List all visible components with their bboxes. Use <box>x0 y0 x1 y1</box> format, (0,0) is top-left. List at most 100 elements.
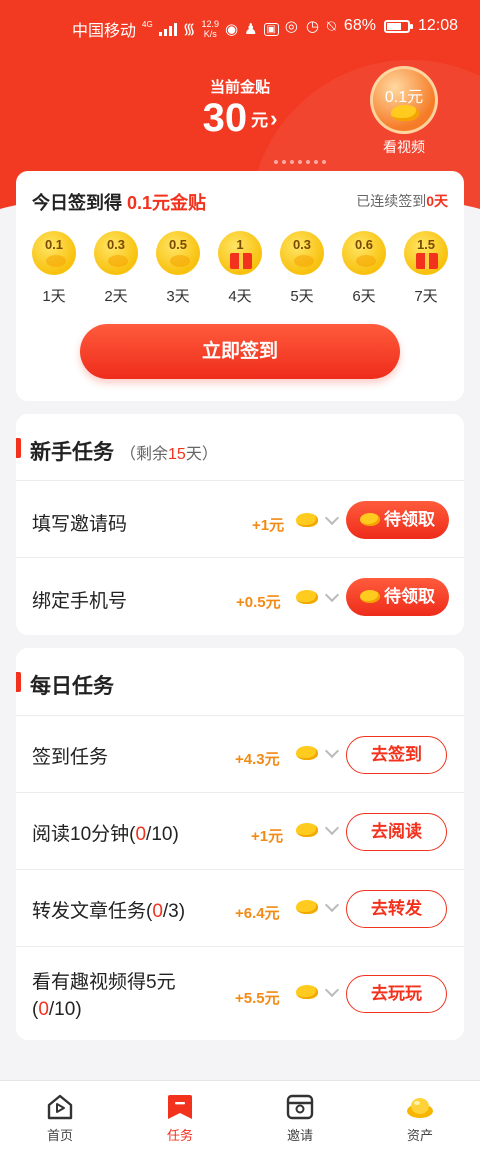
task-row[interactable]: 看有趣视频得5元 (0/10) +5.5元 去玩玩 <box>16 946 464 1040</box>
chevron-down-icon[interactable] <box>324 820 340 836</box>
coin-icon: 0.3 <box>280 231 324 275</box>
newbie-section-title: 新手任务 （剩余15天） <box>30 441 218 464</box>
daily-tasks-card: 每日任务 签到任务 +4.3元 去签到 阅读10分钟(0/10) +1元 去阅读… <box>16 648 464 1040</box>
signal-icon <box>158 22 177 36</box>
qq-icon: ♟ <box>244 21 258 38</box>
gift-icon: 1 <box>218 231 262 275</box>
task-name: 填写邀请码 <box>32 514 128 535</box>
chevron-down-icon[interactable] <box>324 587 340 603</box>
signin-day-1: 0.1 1天 <box>30 231 78 306</box>
section-marker <box>16 438 21 458</box>
task-row[interactable]: 绑定手机号 +0.5元 待领取 <box>16 557 464 635</box>
net-speed: 12.9 K/s <box>201 19 219 39</box>
mute-icon: ⍉ <box>326 17 336 35</box>
claim-button[interactable]: 待领取 <box>346 501 449 539</box>
balance-unit: 元 <box>251 111 269 130</box>
task-row[interactable]: 阅读10分钟(0/10) +1元 去阅读 <box>16 792 464 869</box>
gold-ingot-icon <box>296 823 318 837</box>
watch-video-bubble[interactable]: 0.1元 <box>370 66 438 134</box>
task-bookmark-icon <box>168 1095 192 1119</box>
gold-ingot-icon <box>296 746 318 760</box>
newbie-tasks-card: 新手任务 （剩余15天） 填写邀请码 +1元 待领取 绑定手机号 +0.5元 待领… <box>16 414 464 635</box>
go-signin-button[interactable]: 去签到 <box>346 736 447 774</box>
task-row[interactable]: 填写邀请码 +1元 待领取 <box>16 480 464 558</box>
claim-button[interactable]: 待领取 <box>346 578 449 616</box>
tab-tasks-label: 任务 <box>166 1128 193 1143</box>
tab-home[interactable]: 首页 <box>0 1081 120 1149</box>
app-notification-icon: ▣ <box>263 22 279 36</box>
coin-icon: 0.3 <box>94 231 138 275</box>
gold-ingot-icon <box>296 513 318 527</box>
wifi-icon: ᯾ <box>182 21 196 38</box>
gold-ingot-icon <box>296 590 318 604</box>
gift-icon: 1.5 <box>404 231 448 275</box>
go-play-button[interactable]: 去玩玩 <box>346 975 447 1013</box>
task-reward: +1元 <box>252 517 285 534</box>
alarm-icon: ◷ <box>305 18 319 35</box>
task-name: 签到任务 <box>32 747 109 768</box>
chevron-right-icon: › <box>270 105 278 131</box>
signin-days: 0.1 1天 0.3 2天 0.5 3天 1 4天 0.3 5天 0.6 6天 1.5 7天 <box>30 231 450 306</box>
tab-tasks[interactable]: 任务 <box>120 1081 240 1149</box>
tab-assets-label: 资产 <box>406 1128 433 1143</box>
tab-assets[interactable]: 资产 <box>360 1081 480 1149</box>
tab-invite[interactable]: 邀请 <box>240 1081 360 1149</box>
video-reward-amount: 0.1元 <box>384 89 424 106</box>
signin-day-4: 1 4天 <box>216 231 264 306</box>
signin-title: 今日签到得 0.1元金贴 <box>32 193 207 213</box>
carousel-dots <box>274 160 326 164</box>
gold-ingot-icon <box>296 985 318 999</box>
bottom-tab-bar: 首页 任务 邀请 资产 <box>0 1080 480 1149</box>
task-reward: +4.3元 <box>235 751 280 768</box>
signin-day-5: 0.3 5天 <box>278 231 326 306</box>
tab-invite-label: 邀请 <box>286 1128 313 1143</box>
task-reward: +6.4元 <box>235 905 280 922</box>
task-name: 阅读10分钟(0/10) <box>32 824 179 845</box>
go-read-button[interactable]: 去阅读 <box>346 813 447 851</box>
signin-day-6: 0.6 6天 <box>340 231 388 306</box>
battery-percent: 68% <box>343 17 376 34</box>
home-play-icon <box>47 1094 73 1120</box>
signin-streak: 已连续签到0天 <box>356 193 448 209</box>
carrier-name: 中国移动 <box>72 23 137 40</box>
battery-icon <box>383 19 413 33</box>
section-marker <box>16 672 21 692</box>
coin-icon: 0.5 <box>156 231 200 275</box>
task-name: 转发文章任务(0/3) <box>32 901 186 922</box>
gold-ingot-icon <box>391 105 419 121</box>
eye-icon: ◎ <box>284 18 298 35</box>
coin-icon: 0.1 <box>32 231 76 275</box>
clock: 12:08 <box>417 17 458 34</box>
chevron-down-icon[interactable] <box>324 897 340 913</box>
tab-home-label: 首页 <box>46 1128 73 1143</box>
task-name: 绑定手机号 <box>32 591 128 612</box>
signin-card: 今日签到得 0.1元金贴 已连续签到0天 0.1 1天 0.3 2天 0.5 3天 1… <box>16 171 464 401</box>
task-row[interactable]: 签到任务 +4.3元 去签到 <box>16 715 464 792</box>
gold-ingot-icon <box>360 590 380 603</box>
go-share-button[interactable]: 去转发 <box>346 890 447 928</box>
task-name: 看有趣视频得5元 (0/10) <box>32 972 176 1020</box>
network-type: 4G <box>142 19 153 29</box>
invite-envelope-icon <box>286 1094 314 1120</box>
chevron-down-icon[interactable] <box>324 743 340 759</box>
status-bar: 中国移动 4G ᯾ 12.9 K/s ◉ ♟ ▣ ◎ ◷ ⍉ 68% 12:08 <box>0 0 480 56</box>
chevron-down-icon[interactable] <box>324 510 340 526</box>
gold-ingot-icon <box>360 513 380 526</box>
chevron-down-icon[interactable] <box>324 982 340 998</box>
newbie-remaining: （剩余15天） <box>120 446 218 463</box>
balance-value: 30 <box>202 96 248 140</box>
task-reward: +1元 <box>251 828 284 845</box>
task-reward: +0.5元 <box>236 594 281 611</box>
gold-ingot-icon <box>296 900 318 914</box>
task-reward: +5.5元 <box>235 990 280 1007</box>
coin-icon: 0.6 <box>342 231 386 275</box>
watch-video-label[interactable]: 看视频 <box>360 137 448 157</box>
gold-ingot-icon <box>407 1098 433 1118</box>
notification-icon: ◉ <box>224 21 239 38</box>
signin-day-7: 1.5 7天 <box>402 231 450 306</box>
signin-day-2: 0.3 2天 <box>92 231 140 306</box>
signin-day-3: 0.5 3天 <box>154 231 202 306</box>
task-row[interactable]: 转发文章任务(0/3) +6.4元 去转发 <box>16 869 464 946</box>
signin-button[interactable]: 立即签到 <box>80 324 400 379</box>
daily-section-title: 每日任务 <box>30 675 114 698</box>
